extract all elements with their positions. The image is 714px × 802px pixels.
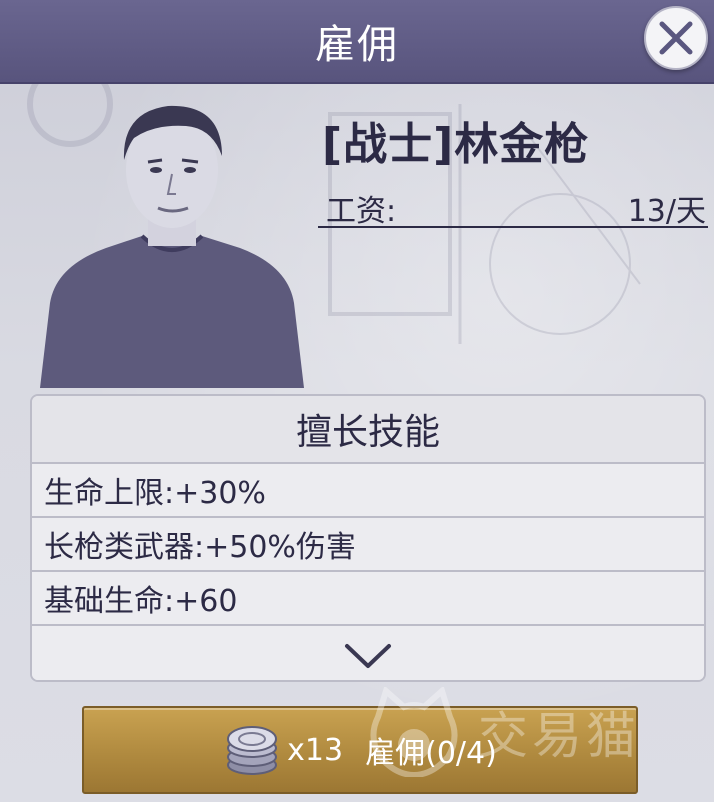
dialog-title: 雇佣 (315, 22, 399, 68)
skill-item: 基础生命:+60 (32, 572, 704, 626)
wage-value: 13/天 (627, 194, 706, 229)
wage-label: 工资: (326, 194, 397, 229)
dialog-header: 雇佣 (0, 0, 714, 84)
watermark: 交易猫 (364, 682, 694, 782)
skill-item: 长枪类武器:+50%伤害 (32, 518, 704, 572)
watermark-text: 交易猫 (478, 707, 640, 765)
character-portrait (40, 105, 304, 388)
skills-title: 擅长技能 (32, 396, 704, 464)
silver-coin-stack-icon (227, 726, 278, 775)
character-name: [战士]林金枪 (322, 119, 590, 170)
skill-item: 生命上限:+30% (32, 464, 704, 518)
chevron-down-icon (345, 644, 391, 668)
hire-cost: x13 (287, 732, 344, 768)
skills-panel: 擅长技能 生命上限:+30% 长枪类武器:+50%伤害 基础生命:+60 (30, 394, 706, 682)
close-icon (659, 21, 693, 55)
cat-logo-icon (370, 687, 458, 777)
wage-row: 工资: 13/天 (318, 180, 708, 229)
close-button[interactable] (644, 6, 708, 70)
expand-skills-button[interactable] (32, 626, 704, 680)
